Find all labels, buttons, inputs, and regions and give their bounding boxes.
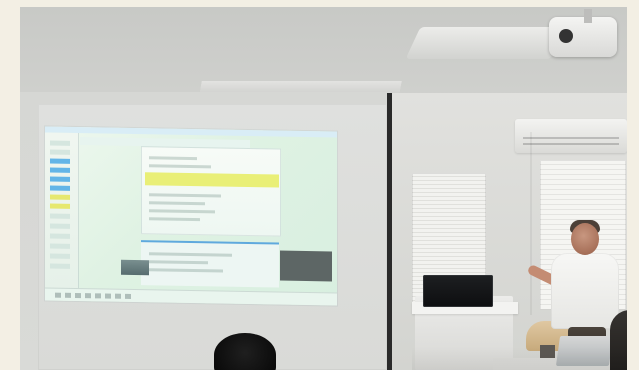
projected-dark-pane — [280, 250, 332, 282]
projected-content-panel — [141, 146, 281, 237]
presentation-photo — [20, 7, 627, 370]
taskbar-icon — [105, 293, 111, 299]
projected-highlight-band — [145, 172, 279, 188]
taskbar-icon — [65, 292, 71, 298]
menu-line — [50, 203, 70, 209]
menu-line — [50, 223, 70, 229]
menu-line — [50, 243, 70, 249]
menu-line — [50, 233, 70, 239]
taskbar-icon — [125, 293, 131, 299]
projected-thumbnail — [121, 259, 149, 276]
taskbar-icon — [55, 292, 61, 298]
taskbar-icon — [115, 293, 121, 299]
menu-line — [50, 158, 70, 164]
projected-left-menu — [45, 132, 79, 290]
menu-line — [50, 213, 70, 219]
menu-line — [50, 185, 70, 191]
menu-line — [50, 176, 70, 182]
menu-line — [50, 149, 70, 155]
speaker-head — [571, 223, 599, 255]
menu-line — [50, 167, 70, 173]
taskbar-icon — [85, 293, 91, 299]
floor-shadow — [412, 347, 627, 370]
taskbar-icon — [75, 292, 81, 299]
menu-line — [50, 194, 70, 200]
podium-monitor — [423, 275, 493, 307]
menu-line — [50, 140, 70, 146]
audience-head — [214, 333, 276, 370]
projector — [549, 9, 617, 57]
speaker-shirt — [551, 253, 619, 329]
ceiling-light — [405, 27, 566, 59]
menu-line — [50, 253, 70, 259]
menu-line — [50, 263, 70, 269]
taskbar-icon — [95, 293, 101, 299]
projected-screen — [45, 126, 337, 306]
projected-lower-panel — [141, 240, 279, 288]
